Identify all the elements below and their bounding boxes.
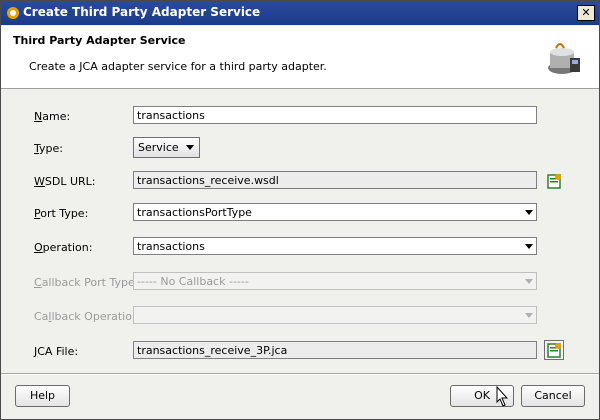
browse-icon [547,174,561,189]
type-value: Service [138,141,179,154]
type-label: Type: [34,142,63,155]
operation-select[interactable]: transactions [133,237,537,255]
chevron-down-icon [525,244,533,249]
browse-icon [547,343,561,358]
adapter-icon [548,43,580,74]
header-description: Create a JCA adapter service for a third… [29,60,327,73]
find-wsdl-button[interactable] [544,171,564,191]
close-icon: ✕ [581,6,591,19]
header-title: Third Party Adapter Service [13,34,186,47]
callback-port-type-value: ----- No Callback ----- [137,275,249,288]
close-button[interactable]: ✕ [577,5,595,21]
operation-value: transactions [137,240,205,253]
chevron-down-icon [525,313,533,318]
port-type-value: transactionsPortType [137,206,252,219]
help-button[interactable]: Help [15,385,70,407]
callback-port-type-label: Callback Port Type: [34,276,139,289]
wsdl-url-label: WSDL URL: [34,175,96,188]
cancel-button[interactable]: Cancel [521,385,585,407]
name-input[interactable]: transactions [133,106,537,124]
wizard-header: Third Party Adapter Service Create a JCA… [1,26,599,89]
chevron-down-icon [186,145,194,150]
app-icon [7,7,19,19]
chevron-down-icon [525,210,533,215]
title-bar: Create Third Party Adapter Service ✕ [1,1,599,25]
jca-file-label: JCA File: [34,345,79,358]
chevron-down-icon [525,279,533,284]
dialog-window: Create Third Party Adapter Service ✕ Thi… [0,0,600,420]
find-jca-file-button[interactable] [544,340,564,360]
footer-divider [1,373,599,375]
type-select[interactable]: Service [133,137,200,158]
wsdl-url-field[interactable]: transactions_receive.wsdl [133,171,537,189]
callback-operation-label: Callback Operation: [34,310,143,323]
mouse-cursor-icon [496,386,509,407]
port-type-label: Port Type: [34,207,89,220]
callback-port-type-select: ----- No Callback ----- [133,272,537,290]
operation-label: Operation: [34,241,93,254]
callback-operation-select [133,306,537,324]
port-type-select[interactable]: transactionsPortType [133,203,537,221]
jca-file-field[interactable]: transactions_receive_3P.jca [133,341,537,359]
name-label: Name: [34,110,71,123]
window-title: Create Third Party Adapter Service [23,5,261,19]
